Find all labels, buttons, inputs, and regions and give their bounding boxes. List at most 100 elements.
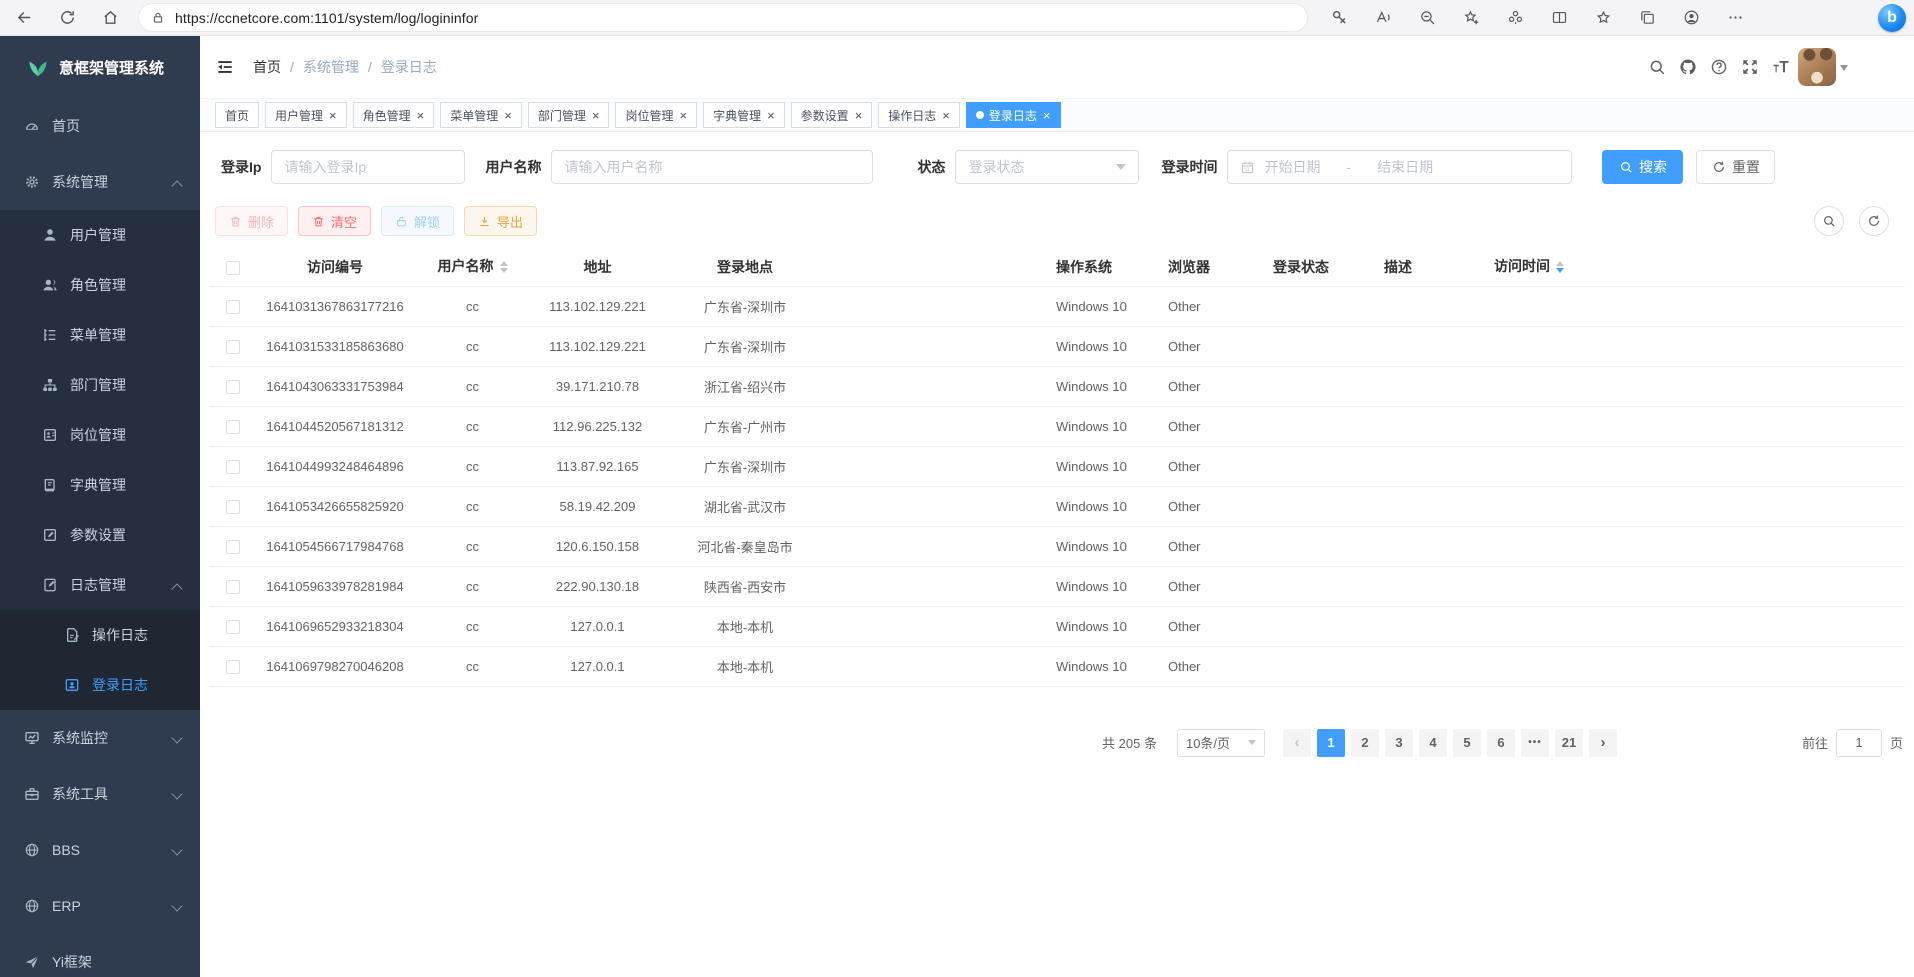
tab[interactable]: 用户管理 [265, 102, 347, 128]
collections-icon[interactable] [1639, 9, 1656, 26]
reload-icon[interactable] [59, 9, 76, 26]
url-bar[interactable]: https://ccnetcore.com:1101/system/log/lo… [139, 4, 1307, 31]
tab[interactable]: 首页 [215, 102, 259, 128]
sidebar-item[interactable]: 操作日志 [0, 610, 200, 660]
circle-button[interactable] [1814, 206, 1844, 236]
sidebar-item[interactable]: 菜单管理 [0, 310, 200, 360]
row-checkbox[interactable] [226, 500, 240, 514]
close-icon[interactable] [1043, 109, 1051, 122]
sidebar-item[interactable]: 参数设置 [0, 510, 200, 560]
row-checkbox[interactable] [226, 460, 240, 474]
sidebar-item[interactable]: Yi框架 [0, 934, 200, 977]
sidebar-item[interactable]: BBS [0, 822, 200, 878]
sidebar-item[interactable]: 系统监控 [0, 710, 200, 766]
row-checkbox[interactable] [226, 620, 240, 634]
key-icon[interactable] [1331, 9, 1348, 26]
fullscreen-icon[interactable] [1741, 58, 1759, 76]
user-name-input[interactable] [551, 150, 873, 184]
close-icon[interactable] [504, 109, 512, 122]
select-all-checkbox[interactable] [226, 261, 240, 275]
page-button[interactable]: 5 [1453, 729, 1481, 757]
sidebar-item[interactable]: 系统工具 [0, 766, 200, 822]
date-range-picker[interactable]: 开始日期 - 结束日期 [1227, 150, 1572, 184]
close-icon[interactable] [679, 109, 687, 122]
profile-icon[interactable] [1683, 9, 1700, 26]
tab[interactable]: 菜单管理 [440, 102, 522, 128]
toolbar-button[interactable]: 清空 [298, 206, 371, 236]
sort-carets-icon[interactable] [500, 257, 508, 277]
circle-button[interactable] [1859, 206, 1889, 236]
caret-down-icon[interactable] [1840, 65, 1848, 75]
extensions-icon[interactable] [1507, 9, 1524, 26]
read-aloud-icon[interactable] [1375, 9, 1392, 26]
sidebar-item[interactable]: 岗位管理 [0, 410, 200, 460]
close-icon[interactable] [329, 109, 337, 122]
close-icon[interactable] [855, 109, 863, 122]
toolbar-button[interactable]: 删除 [215, 206, 288, 236]
github-icon[interactable] [1679, 58, 1697, 76]
tab[interactable]: 参数设置 [791, 102, 873, 128]
page-button[interactable]: ••• [1521, 729, 1549, 757]
row-checkbox[interactable] [226, 300, 240, 314]
row-checkbox[interactable] [226, 540, 240, 554]
sidebar-item[interactable]: 用户管理 [0, 210, 200, 260]
sidebar-item[interactable]: ERP [0, 878, 200, 934]
toolbar-button[interactable]: 导出 [464, 206, 537, 236]
page-button[interactable]: 2 [1351, 729, 1379, 757]
home-icon[interactable] [102, 9, 119, 26]
breadcrumb-item[interactable]: / 登录日志 [359, 57, 437, 77]
sidebar-item[interactable]: 部门管理 [0, 360, 200, 410]
sidebar-item[interactable]: 首页 [0, 98, 200, 154]
zoom-out-icon[interactable] [1419, 9, 1436, 26]
sort-carets-icon[interactable] [1556, 257, 1564, 277]
sidebar-fold-icon[interactable] [215, 57, 235, 77]
close-icon[interactable] [942, 109, 950, 122]
page-button[interactable]: 4 [1419, 729, 1447, 757]
search-icon[interactable] [1648, 58, 1666, 76]
help-icon[interactable] [1710, 58, 1728, 76]
user-avatar[interactable] [1798, 48, 1836, 86]
goto-page-input[interactable] [1836, 729, 1882, 757]
row-checkbox[interactable] [226, 420, 240, 434]
close-icon[interactable] [767, 109, 775, 122]
toolbar-button[interactable]: 解锁 [381, 206, 454, 236]
breadcrumb-item[interactable]: / 系统管理 [281, 57, 359, 77]
status-select[interactable]: 登录状态 [955, 150, 1139, 184]
page-button[interactable]: 6 [1487, 729, 1515, 757]
favorites-bar-icon[interactable] [1595, 9, 1612, 26]
sidebar-item[interactable]: 登录日志 [0, 660, 200, 710]
url-text[interactable]: https://ccnetcore.com:1101/system/log/lo… [175, 10, 478, 26]
date-end-placeholder[interactable]: 结束日期 [1377, 157, 1433, 177]
split-screen-icon[interactable] [1551, 9, 1568, 26]
close-icon[interactable] [417, 109, 425, 122]
sidebar-item[interactable]: 角色管理 [0, 260, 200, 310]
page-size-select[interactable]: 10条/页 [1177, 729, 1265, 757]
tab[interactable]: 部门管理 [528, 102, 610, 128]
reset-button[interactable]: 重置 [1696, 150, 1775, 184]
tab[interactable]: 字典管理 [703, 102, 785, 128]
tab[interactable]: 角色管理 [353, 102, 435, 128]
tab[interactable]: 登录日志 [966, 102, 1061, 128]
back-icon[interactable] [16, 9, 33, 26]
sidebar-item[interactable]: 字典管理 [0, 460, 200, 510]
row-checkbox[interactable] [226, 580, 240, 594]
breadcrumb-item[interactable]: 首页 [253, 57, 281, 77]
column-header[interactable]: 访问时间 [1488, 248, 1613, 286]
row-checkbox[interactable] [226, 380, 240, 394]
sidebar-item[interactable]: 系统管理 [0, 154, 200, 210]
font-size-icon[interactable] [1772, 58, 1790, 76]
row-checkbox[interactable] [226, 340, 240, 354]
page-button[interactable]: 21 [1555, 729, 1583, 757]
favorites-add-icon[interactable] [1463, 9, 1480, 26]
prev-page-button[interactable]: ‹ [1283, 729, 1311, 757]
page-button[interactable]: 1 [1317, 729, 1345, 757]
column-header[interactable]: 用户名称 [415, 248, 530, 286]
search-button[interactable]: 搜索 [1602, 150, 1683, 184]
login-ip-input[interactable] [271, 150, 465, 184]
bing-copilot-icon[interactable]: b [1878, 4, 1906, 32]
close-icon[interactable] [592, 109, 600, 122]
tab[interactable]: 操作日志 [878, 102, 960, 128]
next-page-button[interactable]: › [1589, 729, 1617, 757]
date-start-placeholder[interactable]: 开始日期 [1264, 157, 1320, 177]
more-icon[interactable] [1727, 9, 1744, 26]
